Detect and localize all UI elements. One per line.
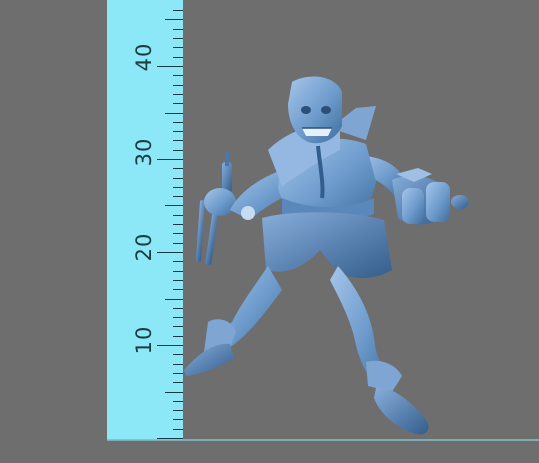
right-arm-canisters [358,155,469,225]
ruler-tick [173,10,183,11]
zombie-figure-model[interactable] [170,70,490,450]
ruler-tick [165,19,183,20]
ruler-tick [173,38,183,39]
ruler-label-40: 40 [132,42,156,72]
ruler-tick [173,57,183,58]
ruler-tick [173,29,183,30]
ruler-label-20: 20 [132,232,156,262]
ruler-label-30: 30 [132,137,156,167]
ruler-tick [157,66,183,67]
ruler-tick [173,47,183,48]
tattered-shorts [262,212,392,279]
right-foot [374,387,429,435]
ruler-label-10: 10 [132,325,156,355]
left-hand-tools [195,152,236,265]
viewport-3d[interactable]: 10 20 30 40 [0,0,539,463]
